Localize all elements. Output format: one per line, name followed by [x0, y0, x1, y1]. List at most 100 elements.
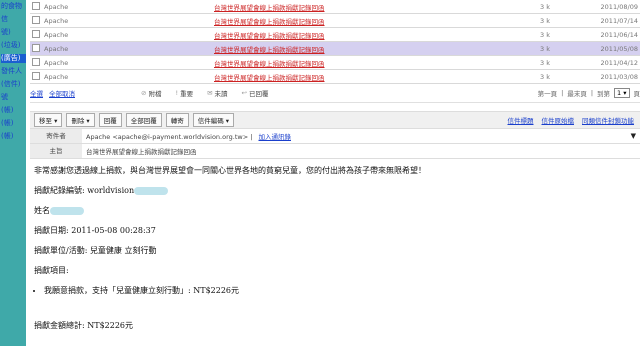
- select-all-link[interactable]: 全選: [30, 88, 43, 98]
- sender-cell: Apache: [42, 55, 92, 70]
- intro-text: 非常感謝您透過線上捐款，與台灣世界展望會一同關心世界各地的貧窮兒童，您的付出將為…: [34, 166, 426, 175]
- envelope-icon: ✉: [207, 89, 213, 97]
- blank-cell: [92, 0, 212, 14]
- last-page-link[interactable]: 最末頁: [567, 88, 587, 98]
- flag-icon: !: [175, 89, 179, 97]
- table-row[interactable]: Apache 台灣世界展望會線上捐款捐獻記錄回函 3 k 2011/08/09: [30, 0, 640, 14]
- sidebar-item[interactable]: 信: [1, 15, 26, 24]
- subject-link[interactable]: 台灣世界展望會線上捐款捐獻記錄回函: [214, 60, 325, 68]
- paperclip-icon: ⊘: [141, 89, 147, 97]
- list-item: 我願意捐款，支持「兒童健康立刻行動」: NT$2226元: [44, 285, 636, 296]
- total-line: 捐獻金額總計: NT$2226元: [34, 321, 134, 330]
- size-cell: 3 k: [452, 41, 552, 56]
- size-cell: 3 k: [452, 13, 552, 28]
- expand-header-icon[interactable]: ▼: [631, 132, 636, 140]
- sidebar-item[interactable]: (廣告): [1, 54, 26, 63]
- date-line: 捐獻日期: 2011-05-08 00:28:37: [34, 226, 156, 235]
- block-similar-link[interactable]: 同類信件封鎖功能: [582, 115, 634, 125]
- name-line: 姓名: [34, 205, 636, 216]
- date-cell: 2011/08/09: [552, 0, 640, 14]
- reply-all-button[interactable]: 全部回覆: [125, 113, 162, 127]
- size-cell: 3 k: [452, 69, 552, 84]
- donor-id-line: 捐獻紀錄編號: worldvision: [34, 185, 636, 196]
- attachment-filter[interactable]: ⊘ 附檔: [141, 88, 161, 98]
- sidebar-item[interactable]: (帳): [1, 132, 26, 141]
- move-to-button[interactable]: 移至 ▾: [34, 113, 63, 127]
- subject-cell: 台灣世界展望會線上捐款捐獻記錄回函: [212, 55, 452, 70]
- row-checkbox[interactable]: [32, 1, 40, 10]
- delete-button[interactable]: 刪除 ▾: [66, 113, 95, 127]
- date-cell: 2011/05/08: [552, 41, 640, 56]
- forward-button[interactable]: 轉寄: [165, 113, 189, 127]
- sidebar-item[interactable]: 的食物: [1, 2, 26, 11]
- subject-cell: 台灣世界展望會線上捐款捐獻記錄回函: [212, 0, 452, 14]
- table-row[interactable]: Apache 台灣世界展望會線上捐款捐獻記錄回函 3 k 2011/04/12: [30, 55, 640, 70]
- sidebar-item[interactable]: (垃圾): [1, 41, 26, 50]
- table-row[interactable]: Apache 台灣世界展望會線上捐款捐獻記錄回函 3 k 2011/07/14: [30, 13, 640, 28]
- raw-source-link[interactable]: 信件原始檔: [542, 115, 575, 125]
- subject-link[interactable]: 台灣世界展望會線上捐款捐獻記錄回函: [214, 32, 325, 40]
- message-body: 非常感謝您透過線上捐款，與台灣世界展望會一同關心世界各地的貧窮兒童，您的付出將為…: [30, 159, 640, 331]
- subject-link[interactable]: 台灣世界展望會線上捐款捐獻記錄回函: [214, 74, 325, 82]
- message-list: Apache 台灣世界展望會線上捐款捐獻記錄回函 3 k 2011/08/09 Apac…: [30, 0, 640, 84]
- subject-cell: 台灣世界展望會線上捐款捐獻記錄回函: [212, 13, 452, 28]
- size-cell: 3 k: [452, 0, 552, 14]
- date-cell: 2011/06/14: [552, 27, 640, 42]
- sidebar: 的食物信號) (垃圾) (廣告) 發件人 (信件) 號 (帳) (帳) (帳): [0, 0, 26, 346]
- sender-cell: Apache: [42, 13, 92, 28]
- redacted-blur: [50, 207, 84, 215]
- reply-button[interactable]: 回覆: [98, 113, 122, 127]
- unselect-all-link[interactable]: 全部取消: [49, 88, 75, 98]
- encoding-button[interactable]: 信件編碼 ▾: [192, 113, 235, 127]
- row-checkbox[interactable]: [32, 29, 40, 38]
- row-checkbox[interactable]: [32, 43, 40, 52]
- sidebar-item[interactable]: (信件): [1, 80, 26, 89]
- subject-value: 台灣世界展望會線上捐款捐獻記錄回函: [86, 148, 197, 156]
- row-checkbox-cell: [30, 55, 42, 70]
- items-list: 我願意捐款，支持「兒童健康立刻行動」: NT$2226元: [34, 285, 636, 296]
- reply-icon: ↩: [241, 89, 247, 97]
- subject-link[interactable]: 台灣世界展望會線上捐款捐獻記錄回函: [214, 18, 325, 26]
- subject-link[interactable]: 台灣世界展望會線上捐款捐獻記錄回函: [214, 4, 325, 12]
- row-checkbox-cell: [30, 13, 42, 28]
- size-cell: 3 k: [452, 55, 552, 70]
- first-page-link[interactable]: 第一頁: [538, 88, 558, 98]
- sidebar-item[interactable]: 號: [1, 93, 26, 102]
- pager: 第一頁 | 最末頁 | 到第 1 ▾ 頁: [537, 88, 640, 98]
- items-label: 捐獻項目:: [34, 266, 69, 275]
- from-label: 寄件者: [30, 129, 82, 143]
- add-contact-link[interactable]: 加入通訊錄: [259, 133, 292, 141]
- from-value: Apache <apache@i-payment.worldvision.org…: [86, 133, 292, 141]
- subject-cell: 台灣世界展望會線上捐款捐獻記錄回函: [212, 41, 452, 56]
- list-actions: 全選 全部取消 ⊘ 附檔 ! 重要 ✉ 未讀 ↩ 已回覆 第一頁 | 最末頁 | 到第 1 …: [30, 84, 640, 103]
- blank-cell: [92, 41, 212, 56]
- row-checkbox[interactable]: [32, 15, 40, 24]
- subject-link[interactable]: 台灣世界展望會線上捐款捐獻記錄回函: [214, 46, 325, 54]
- date-cell: 2011/07/14: [552, 13, 640, 28]
- unread-filter[interactable]: ✉ 未讀: [207, 88, 227, 98]
- table-row[interactable]: Apache 台灣世界展望會線上捐款捐獻記錄回函 3 k 2011/03/08: [30, 69, 640, 84]
- table-row[interactable]: Apache 台灣世界展望會線上捐款捐獻記錄回函 3 k 2011/06/14: [30, 27, 640, 42]
- row-checkbox[interactable]: [32, 71, 40, 80]
- row-checkbox-cell: [30, 69, 42, 84]
- blank-cell: [92, 69, 212, 84]
- mail-main: Apache 台灣世界展望會線上捐款捐獻記錄回函 3 k 2011/08/09 Apac…: [30, 0, 640, 346]
- sidebar-item[interactable]: (帳): [1, 106, 26, 115]
- sidebar-item[interactable]: 發件人: [1, 67, 26, 76]
- sender-cell: Apache: [42, 0, 92, 14]
- message-toolbar: 移至 ▾ 刪除 ▾ 回覆 全部回覆 轉寄 信件編碼 ▾ 信件標題 信件原始檔 同…: [30, 111, 640, 129]
- message-title-link[interactable]: 信件標題: [508, 115, 534, 125]
- replied-filter[interactable]: ↩ 已回覆: [242, 88, 269, 98]
- page-select[interactable]: 1 ▾: [614, 88, 630, 98]
- sender-cell: Apache: [42, 27, 92, 42]
- sidebar-item[interactable]: 號): [1, 28, 26, 37]
- row-checkbox-cell: [30, 0, 42, 14]
- important-filter[interactable]: ! 重要: [175, 88, 193, 98]
- sidebar-item[interactable]: (帳): [1, 119, 26, 128]
- subject-cell: 台灣世界展望會線上捐款捐獻記錄回函: [212, 69, 452, 84]
- table-row[interactable]: Apache 台灣世界展望會線上捐款捐獻記錄回函 3 k 2011/05/08: [30, 41, 640, 56]
- row-checkbox[interactable]: [32, 57, 40, 66]
- subject-label: 主旨: [30, 144, 82, 158]
- sender-cell: Apache: [42, 69, 92, 84]
- row-checkbox-cell: [30, 41, 42, 56]
